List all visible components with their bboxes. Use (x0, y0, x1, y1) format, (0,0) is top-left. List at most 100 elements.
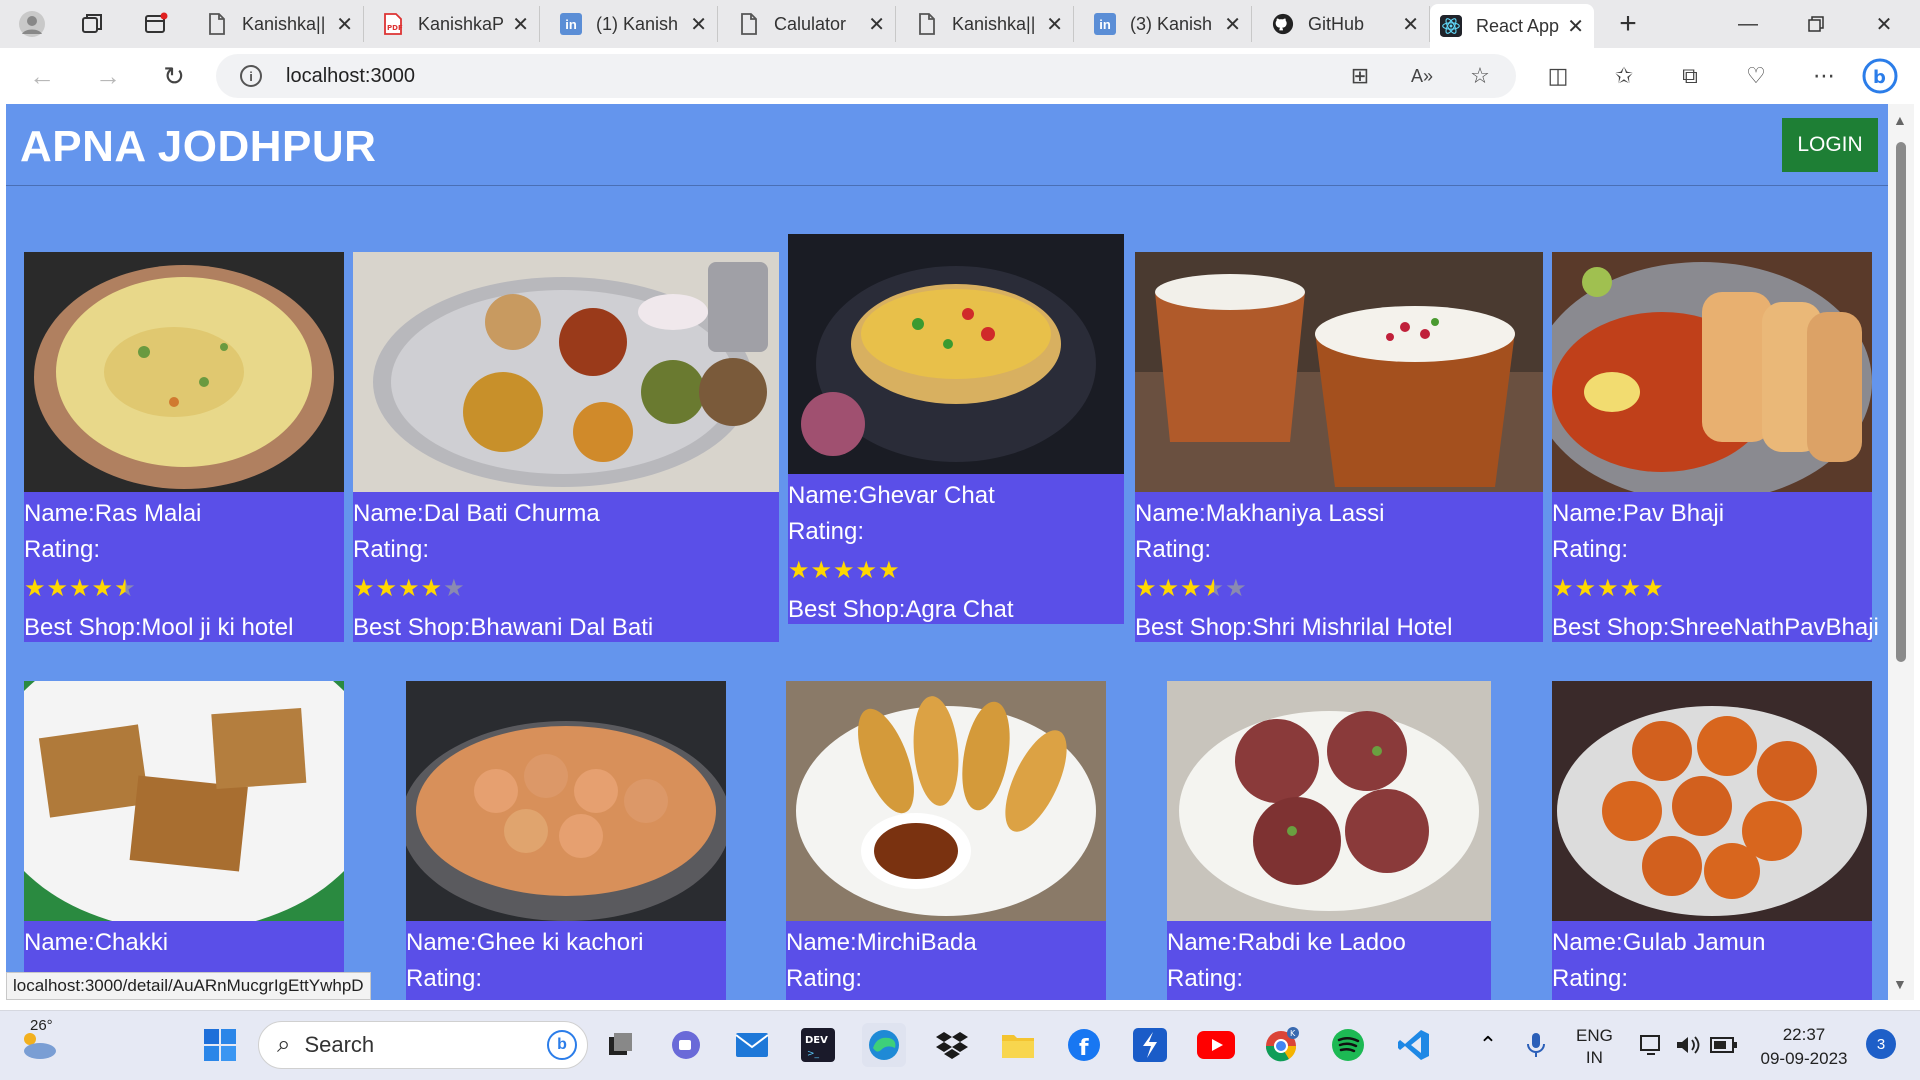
scrollbar-thumb[interactable] (1896, 142, 1906, 662)
svg-text:PDF: PDF (387, 24, 403, 32)
clock[interactable]: 22:37 09-09-2023 (1754, 1023, 1854, 1071)
food-name: Name:MirchiBada (786, 929, 977, 956)
star-icon: ★ (398, 575, 421, 602)
favorites-icon[interactable]: ✩ (1606, 58, 1642, 94)
tab-0[interactable]: Kanishka|| ✕ (196, 6, 364, 42)
rating-label: Rating: (1552, 965, 1629, 992)
close-icon[interactable]: ✕ (1567, 14, 1584, 39)
mail-icon[interactable] (730, 1023, 774, 1067)
food-image-rabdi-ke-ladoo[interactable] (1167, 681, 1491, 921)
star-icon: ★ (1642, 575, 1665, 602)
page-scrollbar[interactable]: ▲ ▼ (1888, 104, 1914, 1000)
close-icon[interactable]: ✕ (1224, 12, 1241, 37)
tab-1[interactable]: PDF KanishkaP ✕ (372, 6, 540, 42)
notification-badge[interactable]: 3 (1866, 1029, 1896, 1059)
battery-icon[interactable] (1702, 1023, 1746, 1067)
teams-chat-icon[interactable] (664, 1023, 708, 1067)
tab-3[interactable]: Calulator ✕ (728, 6, 896, 42)
tab-6[interactable]: GitHub ✕ (1262, 6, 1430, 42)
tab-5[interactable]: in (3) Kanish ✕ (1084, 6, 1252, 42)
food-card-dal-bati-churma[interactable]: Name:Dal Bati Churma Rating: ★★★★★ Best … (353, 252, 779, 642)
favorite-star-icon[interactable]: ☆ (1462, 58, 1498, 94)
close-icon[interactable]: ✕ (1046, 12, 1063, 37)
minimize-icon[interactable]: — (1718, 6, 1778, 42)
facebook-icon[interactable]: f (1062, 1023, 1106, 1067)
food-image-gulab-jamun[interactable] (1552, 681, 1872, 921)
star-icon: ★ (878, 557, 901, 584)
input-language[interactable]: ENG IN (1576, 1025, 1613, 1069)
food-image-chakki[interactable] (24, 681, 344, 921)
microphone-icon[interactable] (1514, 1023, 1558, 1067)
food-image-ras-malai[interactable] (24, 252, 344, 492)
food-image-ghevar-chat[interactable] (788, 234, 1124, 474)
best-shop: Best Shop:Bhawani Dal Bati (353, 614, 654, 641)
svg-text:K: K (1290, 1029, 1296, 1038)
collections-icon[interactable]: ⧉ (1672, 58, 1708, 94)
tab-2[interactable]: in (1) Kanish ✕ (550, 6, 718, 42)
food-card-pav-bhaji[interactable]: Name:Pav Bhaji Rating: ★★★★★ Best Shop:S… (1552, 252, 1879, 642)
app-s-icon[interactable] (1128, 1023, 1172, 1067)
chrome-icon[interactable]: K (1260, 1023, 1304, 1067)
food-card-mirchibada[interactable]: Name:MirchiBada Rating: (786, 681, 1106, 1000)
file-explorer-icon[interactable] (996, 1023, 1040, 1067)
food-image-makhaniya-lassi[interactable] (1135, 252, 1543, 492)
vscode-icon[interactable] (1392, 1023, 1436, 1067)
close-icon[interactable]: ✕ (512, 12, 529, 37)
back-icon[interactable]: ← (22, 58, 62, 94)
food-card-gulab-jamun[interactable]: Name:Gulab Jamun Rating: (1552, 681, 1872, 1000)
search-icon: ⌕ (277, 1031, 291, 1058)
food-card-chakki[interactable]: Name:Chakki (24, 681, 344, 1000)
rating-stars: ★★★★★ (1135, 574, 1248, 603)
forward-icon[interactable]: → (88, 58, 128, 94)
scroll-down-icon[interactable]: ▼ (1893, 976, 1907, 992)
dropbox-icon[interactable] (930, 1023, 974, 1067)
food-image-pav-bhaji[interactable] (1552, 252, 1872, 492)
tab-title: (3) Kanish (1130, 13, 1213, 34)
site-info-icon[interactable]: i (240, 65, 262, 87)
start-windows-icon[interactable] (198, 1023, 242, 1067)
tab-actions-icon[interactable] (138, 8, 174, 40)
close-icon[interactable]: ✕ (690, 12, 707, 37)
profile-icon[interactable] (14, 8, 50, 40)
edge-browser-icon[interactable] (862, 1023, 906, 1067)
more-menu-icon[interactable]: ⋯ (1806, 58, 1842, 94)
workspaces-icon[interactable] (74, 8, 110, 40)
tab-4[interactable]: Kanishka|| ✕ (906, 6, 1074, 42)
browser-essentials-icon[interactable]: ♡ (1738, 58, 1774, 94)
scroll-up-icon[interactable]: ▲ (1893, 112, 1907, 128)
close-icon[interactable]: ✕ (1402, 12, 1419, 37)
react-icon (1440, 15, 1462, 37)
read-aloud-icon[interactable]: A» (1404, 58, 1440, 94)
rating-label: Rating: (24, 536, 101, 563)
address-bar[interactable]: i localhost:3000 (216, 54, 1516, 98)
app-available-icon[interactable]: ⊞ (1342, 58, 1378, 94)
youtube-icon[interactable] (1194, 1023, 1238, 1067)
restore-icon[interactable] (1786, 6, 1846, 42)
food-card-ghevar-chat[interactable]: Name:Ghevar Chat Rating: ★★★★★ Best Shop… (788, 234, 1124, 624)
food-card-ras-malai[interactable]: Name:Ras Malai Rating: ★★★★★ Best Shop:M… (24, 252, 344, 642)
window-close-icon[interactable]: ✕ (1854, 6, 1914, 42)
taskbar-search-box[interactable]: ⌕ Search b (258, 1021, 588, 1069)
spotify-icon[interactable] (1326, 1023, 1370, 1067)
chevron-up-icon[interactable]: ⌃ (1466, 1023, 1510, 1067)
food-card-ghee-ki-kachori[interactable]: Name:Ghee ki kachori Rating: (406, 681, 726, 1000)
bing-copilot-icon[interactable]: b (1862, 58, 1898, 94)
split-screen-icon[interactable]: ◫ (1540, 58, 1576, 94)
new-tab-icon[interactable]: + (1610, 7, 1646, 40)
food-card-makhaniya-lassi[interactable]: Name:Makhaniya Lassi Rating: ★★★★★ Best … (1135, 252, 1543, 642)
tab-7[interactable]: React App ✕ (1430, 4, 1594, 48)
task-view-icon[interactable] (598, 1023, 642, 1067)
half-star-icon: ★ (1202, 575, 1226, 602)
food-image-ghee-ki-kachori[interactable] (406, 681, 726, 921)
close-icon[interactable]: ✕ (868, 12, 885, 37)
food-card-rabdi-ke-ladoo[interactable]: Name:Rabdi ke Ladoo Rating: (1167, 681, 1491, 1000)
rating-label: Rating: (1552, 536, 1629, 563)
food-image-mirchibada[interactable] (786, 681, 1106, 921)
tab-title: Kanishka|| (242, 13, 326, 34)
food-image-dal-bati-churma[interactable] (353, 252, 779, 492)
login-button[interactable]: LOGIN (1782, 118, 1878, 172)
close-icon[interactable]: ✕ (336, 12, 353, 37)
dev-home-icon[interactable]: DEV >_ (796, 1023, 840, 1067)
refresh-icon[interactable]: ↻ (154, 58, 194, 94)
best-shop: Best Shop:ShreeNathPavBhaji (1552, 614, 1879, 641)
